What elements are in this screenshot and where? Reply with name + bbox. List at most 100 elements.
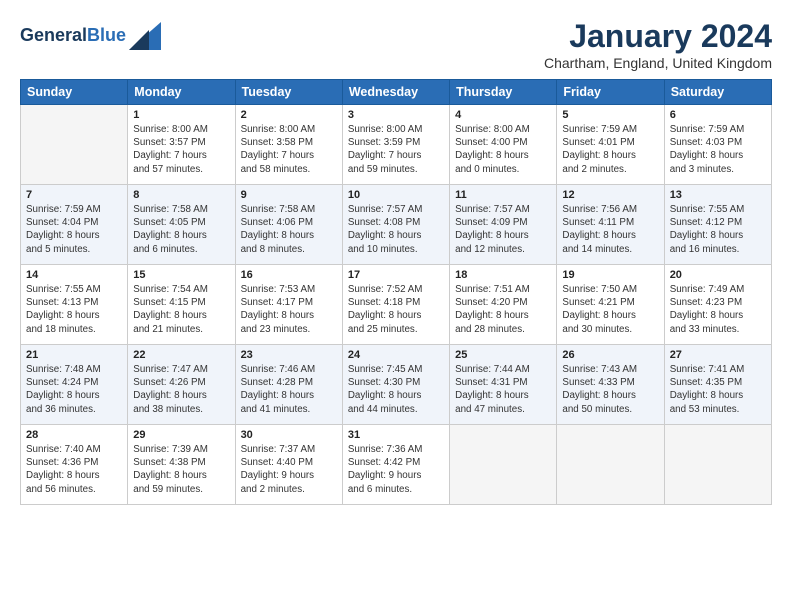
cell-content: Sunrise: 7:54 AM Sunset: 4:15 PM Dayligh… [133,283,229,336]
cell-content: Sunrise: 7:59 AM Sunset: 4:03 PM Dayligh… [670,123,766,176]
cell-content: Sunrise: 7:55 AM Sunset: 4:12 PM Dayligh… [670,203,766,256]
cell-content: Sunrise: 7:53 AM Sunset: 4:17 PM Dayligh… [241,283,337,336]
calendar-cell: 7 Sunrise: 7:59 AM Sunset: 4:04 PM Daylig… [21,185,128,265]
cell-content: Sunrise: 7:59 AM Sunset: 4:04 PM Dayligh… [26,203,122,256]
calendar-cell: 21Sunrise: 7:48 AM Sunset: 4:24 PM Dayli… [21,345,128,425]
calendar-cell: 30 Sunrise: 7:37 AM Sunset: 4:40 PM Dayli… [235,425,342,505]
header-day-thursday: Thursday [450,80,557,105]
cell-content: Sunrise: 7:43 AM Sunset: 4:33 PM Dayligh… [562,363,658,416]
day-number: 25 [455,349,551,361]
calendar-cell: 9 Sunrise: 7:58 AM Sunset: 4:06 PM Daylig… [235,185,342,265]
day-number: 27 [670,349,766,361]
header-day-saturday: Saturday [664,80,771,105]
page: GeneralBlue January 2024 Chartham, Engla… [0,0,792,612]
calendar-cell: 23Sunrise: 7:46 AM Sunset: 4:28 PM Dayli… [235,345,342,425]
day-number: 28 [26,429,122,441]
calendar-cell: 24 Sunrise: 7:45 AM Sunset: 4:30 PM Dayli… [342,345,449,425]
calendar-cell: 19 Sunrise: 7:50 AM Sunset: 4:21 PM Dayli… [557,265,664,345]
day-number: 1 [133,109,229,121]
header-day-tuesday: Tuesday [235,80,342,105]
day-number: 10 [348,189,444,201]
day-number: 21 [26,349,122,361]
day-number: 8 [133,189,229,201]
header-day-monday: Monday [128,80,235,105]
day-number: 18 [455,269,551,281]
day-number: 26 [562,349,658,361]
cell-content: Sunrise: 7:39 AM Sunset: 4:38 PM Dayligh… [133,443,229,496]
calendar-cell: 13 Sunrise: 7:55 AM Sunset: 4:12 PM Dayli… [664,185,771,265]
calendar-week-row: 28 Sunrise: 7:40 AM Sunset: 4:36 PM Dayli… [21,425,772,505]
day-number: 12 [562,189,658,201]
cell-content: Sunrise: 7:41 AM Sunset: 4:35 PM Dayligh… [670,363,766,416]
calendar-cell: 11 Sunrise: 7:57 AM Sunset: 4:09 PM Dayli… [450,185,557,265]
calendar-cell: 5 Sunrise: 7:59 AM Sunset: 4:01 PM Daylig… [557,105,664,185]
calendar-cell: 20Sunrise: 7:49 AM Sunset: 4:23 PM Dayli… [664,265,771,345]
cell-content: Sunrise: 7:47 AM Sunset: 4:26 PM Dayligh… [133,363,229,416]
calendar-cell: 6 Sunrise: 7:59 AM Sunset: 4:03 PM Daylig… [664,105,771,185]
cell-content: Sunrise: 8:00 AM Sunset: 4:00 PM Dayligh… [455,123,551,176]
day-number: 15 [133,269,229,281]
calendar-cell: 1Sunrise: 8:00 AM Sunset: 3:57 PM Daylig… [128,105,235,185]
day-number: 16 [241,269,337,281]
cell-content: Sunrise: 7:44 AM Sunset: 4:31 PM Dayligh… [455,363,551,416]
header-day-sunday: Sunday [21,80,128,105]
calendar-cell: 22 Sunrise: 7:47 AM Sunset: 4:26 PM Dayli… [128,345,235,425]
cell-content: Sunrise: 8:00 AM Sunset: 3:59 PM Dayligh… [348,123,444,176]
calendar-cell: 29 Sunrise: 7:39 AM Sunset: 4:38 PM Dayli… [128,425,235,505]
day-number: 22 [133,349,229,361]
day-number: 11 [455,189,551,201]
day-number: 31 [348,429,444,441]
calendar-cell: 28 Sunrise: 7:40 AM Sunset: 4:36 PM Dayli… [21,425,128,505]
location: Chartham, England, United Kingdom [544,55,772,71]
calendar-cell: 14 Sunrise: 7:55 AM Sunset: 4:13 PM Dayli… [21,265,128,345]
header-day-wednesday: Wednesday [342,80,449,105]
day-number: 5 [562,109,658,121]
month-title: January 2024 [544,18,772,55]
header-day-friday: Friday [557,80,664,105]
cell-content: Sunrise: 7:59 AM Sunset: 4:01 PM Dayligh… [562,123,658,176]
cell-content: Sunrise: 7:50 AM Sunset: 4:21 PM Dayligh… [562,283,658,336]
calendar-cell: 31 Sunrise: 7:36 AM Sunset: 4:42 PM Dayli… [342,425,449,505]
calendar-cell: 16 Sunrise: 7:53 AM Sunset: 4:17 PM Dayli… [235,265,342,345]
cell-content: Sunrise: 7:58 AM Sunset: 4:06 PM Dayligh… [241,203,337,256]
calendar-cell: 12 Sunrise: 7:56 AM Sunset: 4:11 PM Dayli… [557,185,664,265]
title-block: January 2024 Chartham, England, United K… [544,18,772,71]
calendar-week-row: 14 Sunrise: 7:55 AM Sunset: 4:13 PM Dayli… [21,265,772,345]
calendar-cell: 25 Sunrise: 7:44 AM Sunset: 4:31 PM Dayli… [450,345,557,425]
cell-content: Sunrise: 7:36 AM Sunset: 4:42 PM Dayligh… [348,443,444,496]
day-number: 30 [241,429,337,441]
day-number: 14 [26,269,122,281]
cell-content: Sunrise: 7:51 AM Sunset: 4:20 PM Dayligh… [455,283,551,336]
cell-content: Sunrise: 7:57 AM Sunset: 4:09 PM Dayligh… [455,203,551,256]
day-number: 9 [241,189,337,201]
day-number: 17 [348,269,444,281]
cell-content: Sunrise: 7:52 AM Sunset: 4:18 PM Dayligh… [348,283,444,336]
day-number: 29 [133,429,229,441]
cell-content: Sunrise: 7:40 AM Sunset: 4:36 PM Dayligh… [26,443,122,496]
logo-text: GeneralBlue [20,26,126,46]
day-number: 7 [26,189,122,201]
cell-content: Sunrise: 7:58 AM Sunset: 4:05 PM Dayligh… [133,203,229,256]
calendar-cell: 3Sunrise: 8:00 AM Sunset: 3:59 PM Daylig… [342,105,449,185]
calendar-week-row: 7 Sunrise: 7:59 AM Sunset: 4:04 PM Daylig… [21,185,772,265]
cell-content: Sunrise: 7:56 AM Sunset: 4:11 PM Dayligh… [562,203,658,256]
cell-content: Sunrise: 7:57 AM Sunset: 4:08 PM Dayligh… [348,203,444,256]
calendar-cell: 4 Sunrise: 8:00 AM Sunset: 4:00 PM Daylig… [450,105,557,185]
cell-content: Sunrise: 7:37 AM Sunset: 4:40 PM Dayligh… [241,443,337,496]
calendar-cell: 17 Sunrise: 7:52 AM Sunset: 4:18 PM Dayli… [342,265,449,345]
calendar-cell: 15 Sunrise: 7:54 AM Sunset: 4:15 PM Dayli… [128,265,235,345]
calendar-cell: 26 Sunrise: 7:43 AM Sunset: 4:33 PM Dayli… [557,345,664,425]
cell-content: Sunrise: 7:55 AM Sunset: 4:13 PM Dayligh… [26,283,122,336]
day-number: 6 [670,109,766,121]
cell-content: Sunrise: 7:45 AM Sunset: 4:30 PM Dayligh… [348,363,444,416]
cell-content: Sunrise: 7:49 AM Sunset: 4:23 PM Dayligh… [670,283,766,336]
day-number: 24 [348,349,444,361]
day-number: 13 [670,189,766,201]
calendar-cell [557,425,664,505]
calendar-header-row: SundayMondayTuesdayWednesdayThursdayFrid… [21,80,772,105]
day-number: 4 [455,109,551,121]
day-number: 19 [562,269,658,281]
logo: GeneralBlue [20,22,161,50]
cell-content: Sunrise: 8:00 AM Sunset: 3:58 PM Dayligh… [241,123,337,176]
calendar-table: SundayMondayTuesdayWednesdayThursdayFrid… [20,79,772,505]
